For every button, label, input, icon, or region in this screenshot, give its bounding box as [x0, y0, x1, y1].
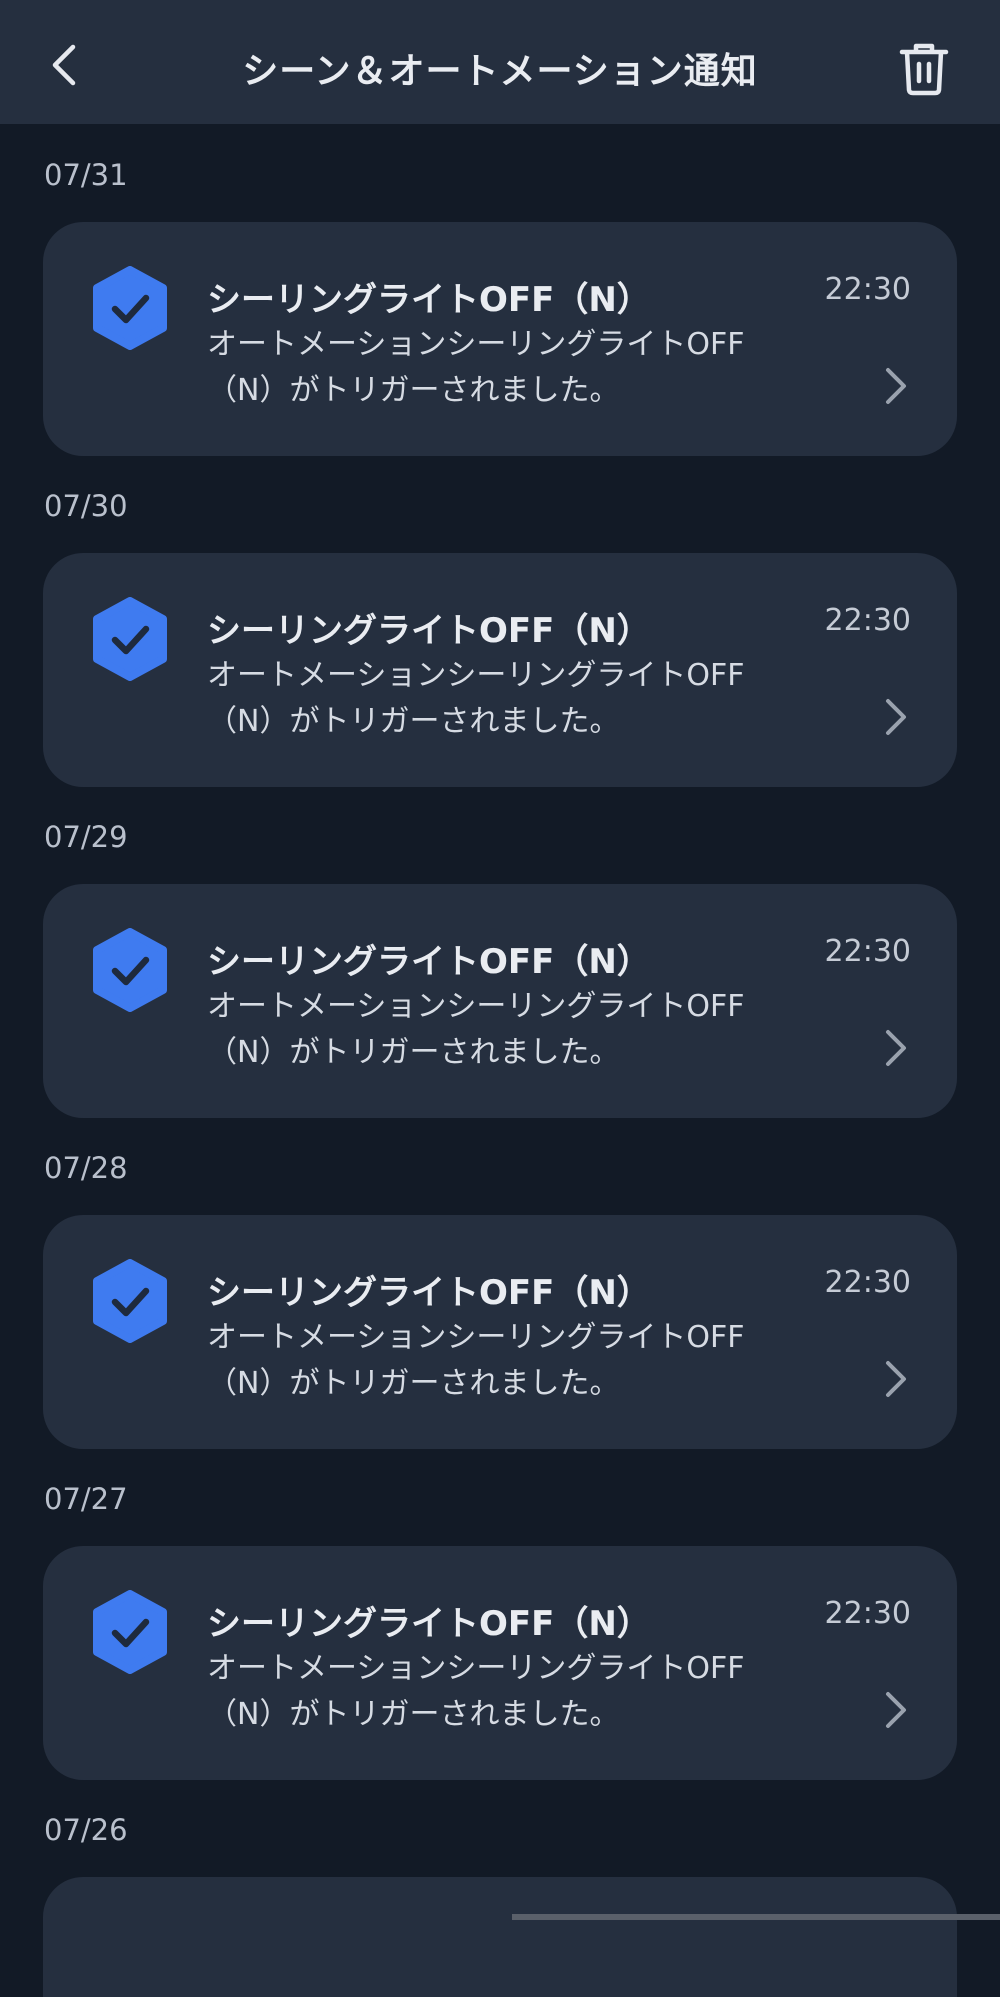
notification-message: オートメーションシーリングライトOFF （N）がトリガーされました。 — [207, 984, 827, 1076]
app-header: シーン＆オートメーション通知 — [0, 0, 1000, 124]
check-hexagon-icon — [93, 928, 167, 1012]
date-header: 07/27 — [44, 1482, 128, 1516]
notification-title: シーリングライトOFF（N） — [207, 280, 651, 320]
date-header: 07/28 — [44, 1151, 128, 1185]
chevron-right-icon — [886, 368, 906, 404]
check-hexagon-icon — [93, 266, 167, 350]
notification-card[interactable]: シーリングライトOFF（N） オートメーションシーリングライトOFF （N）がト… — [43, 1546, 957, 1780]
message-line: （N）がトリガーされました。 — [207, 1697, 620, 1732]
notification-title: シーリングライトOFF（N） — [207, 1604, 651, 1644]
message-line: オートメーションシーリングライトOFF — [207, 658, 745, 693]
notification-message: オートメーションシーリングライトOFF （N）がトリガーされました。 — [207, 1315, 827, 1407]
date-header: 07/31 — [44, 158, 128, 192]
notification-card[interactable]: シーリングライトOFF（N） オートメーションシーリングライトOFF （N）がト… — [43, 553, 957, 787]
notification-message: オートメーションシーリングライトOFF （N）がトリガーされました。 — [207, 653, 827, 745]
notification-title: シーリングライトOFF（N） — [207, 942, 651, 982]
check-hexagon-icon — [93, 1590, 167, 1674]
message-line: （N）がトリガーされました。 — [207, 373, 620, 408]
message-line: オートメーションシーリングライトOFF — [207, 327, 745, 362]
scroll-indicator — [512, 1914, 1000, 1920]
chevron-right-icon — [886, 1361, 906, 1397]
notification-time: 22:30 — [824, 1596, 911, 1631]
message-line: （N）がトリガーされました。 — [207, 1366, 620, 1401]
notification-time: 22:30 — [824, 603, 911, 638]
check-hexagon-icon — [93, 1259, 167, 1343]
chevron-right-icon — [886, 1030, 906, 1066]
chevron-right-icon — [886, 699, 906, 735]
date-header: 07/30 — [44, 489, 128, 523]
delete-all-button[interactable] — [892, 34, 956, 104]
message-line: オートメーションシーリングライトOFF — [207, 989, 745, 1024]
notification-message: オートメーションシーリングライトOFF （N）がトリガーされました。 — [207, 1646, 827, 1738]
page-title: シーン＆オートメーション通知 — [242, 51, 758, 92]
notification-card[interactable]: シーリングライトOFF（N） オートメーションシーリングライトOFF （N）がト… — [43, 222, 957, 456]
date-header: 07/29 — [44, 820, 128, 854]
notification-title: シーリングライトOFF（N） — [207, 1273, 651, 1313]
chevron-right-icon — [886, 1692, 906, 1728]
notification-card[interactable]: シーリングライトOFF（N） オートメーションシーリングライトOFF （N）がト… — [43, 884, 957, 1118]
notification-card[interactable]: シーリングライトOFF（N） オートメーションシーリングライトOFF （N）がト… — [43, 1215, 957, 1449]
check-hexagon-icon — [93, 597, 167, 681]
trash-icon — [899, 43, 949, 96]
notification-time: 22:30 — [824, 934, 911, 969]
notification-time: 22:30 — [824, 272, 911, 307]
notification-title: シーリングライトOFF（N） — [207, 611, 651, 651]
notification-message: オートメーションシーリングライトOFF （N）がトリガーされました。 — [207, 322, 827, 414]
notification-card[interactable] — [43, 1877, 957, 1997]
notification-time: 22:30 — [824, 1265, 911, 1300]
message-line: オートメーションシーリングライトOFF — [207, 1651, 745, 1686]
date-header: 07/26 — [44, 1813, 128, 1847]
message-line: （N）がトリガーされました。 — [207, 704, 620, 739]
message-line: オートメーションシーリングライトOFF — [207, 1320, 745, 1355]
message-line: （N）がトリガーされました。 — [207, 1035, 620, 1070]
